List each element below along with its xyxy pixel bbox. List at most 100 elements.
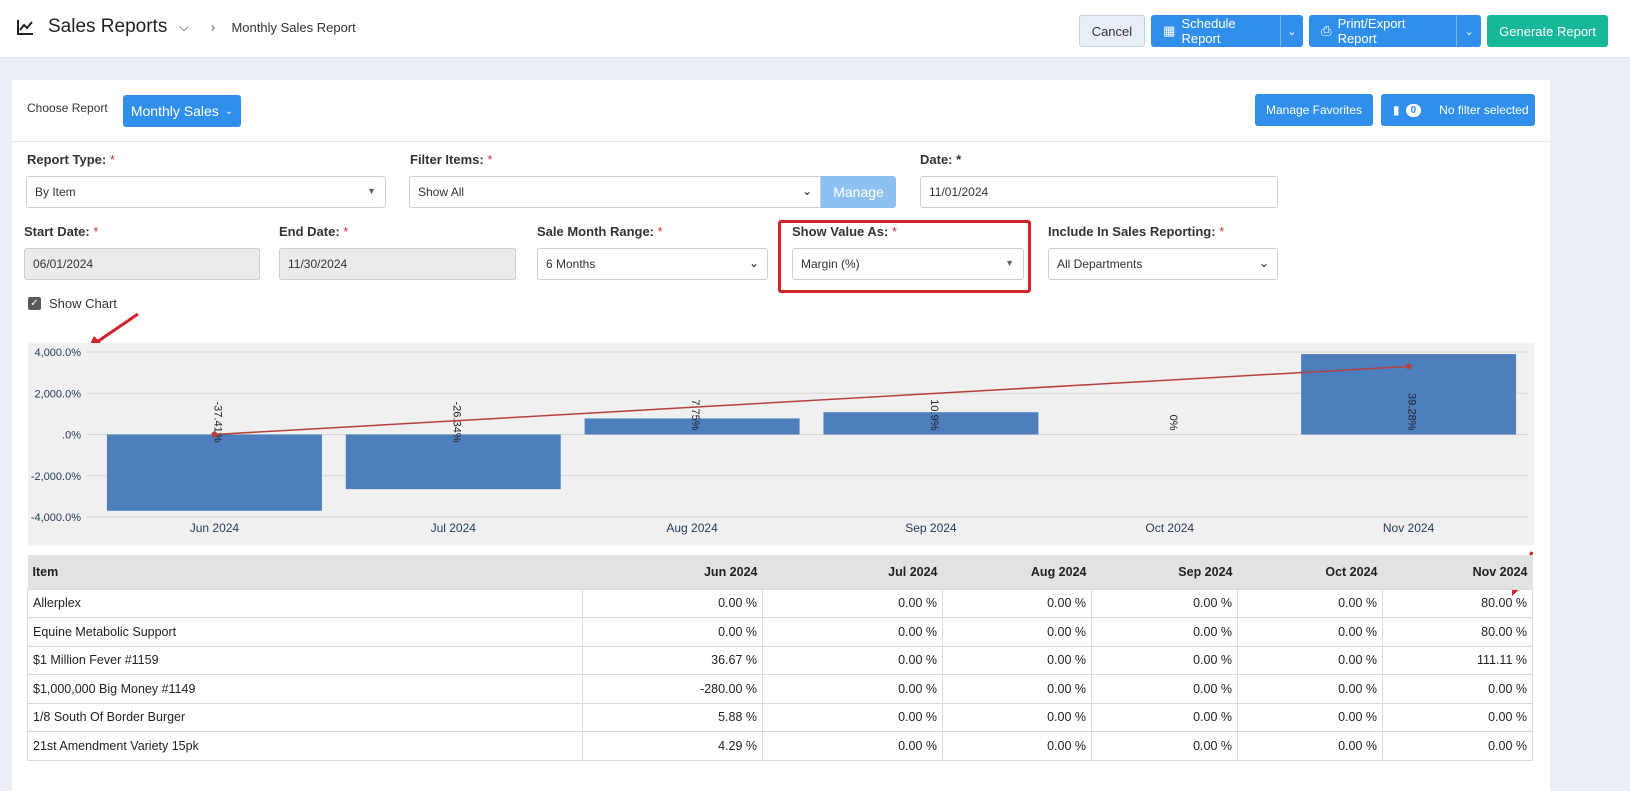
report-type-value: By Item <box>35 185 76 199</box>
column-header[interactable]: Sep 2024 <box>1091 555 1238 589</box>
filter-button[interactable]: ▮ 0 No filter selected <box>1381 94 1535 126</box>
manage-favorites-button[interactable]: Manage Favorites <box>1255 94 1373 126</box>
report-toolbar: Choose Report Monthly Sales ⌄ Manage Fav… <box>12 80 1550 142</box>
table-row: $1 Million Fever #1159 36.67 % 0.00 % 0.00 … <box>27 645 1533 675</box>
date-input[interactable]: 11/01/2024 <box>920 176 1278 208</box>
highlight-annotation <box>778 220 1031 293</box>
column-header[interactable]: Jul 2024 <box>762 555 943 589</box>
checkbox-checked-icon[interactable]: ✓ <box>28 297 41 310</box>
filter-items-value: Show All <box>418 185 465 199</box>
chevron-down-icon[interactable]: ⌄ <box>1455 15 1481 47</box>
bar-data-label: 0% <box>1167 415 1179 431</box>
table-row: Equine Metabolic Support 0.00 % 0.00 % 0.00… <box>27 617 1533 647</box>
value-cell: 36.67 % <box>582 645 763 675</box>
include-in-sales-label: Include In Sales Reporting: * <box>1048 224 1225 239</box>
report-type-select[interactable]: By Item ▼ <box>26 176 386 208</box>
value-cell: 5.88 % <box>582 702 763 732</box>
x-tick-label: Sep 2024 <box>905 521 957 535</box>
start-date-input: 06/01/2024 <box>24 248 260 280</box>
schedule-report-button[interactable]: ▦ Schedule Report ⌄ <box>1151 15 1304 47</box>
value-cell: 0.00 % <box>942 674 1092 704</box>
filter-label: No filter selected <box>1439 103 1529 117</box>
results-table: Item Jun 2024 Jul 2024 Aug 2024 Sep 2024 Oct … <box>27 555 1533 761</box>
sale-month-range-select[interactable]: 6 Months ⌄ <box>537 248 768 280</box>
column-header[interactable]: Nov 2024 <box>1382 555 1533 589</box>
x-tick-label: Oct 2024 <box>1145 521 1194 535</box>
choose-report-label: Choose Report <box>27 101 108 115</box>
calendar-icon: ▦ <box>1163 23 1176 38</box>
value-cell: 0.00 % <box>1091 731 1238 761</box>
value-cell: 0.00 % <box>762 588 943 618</box>
table-header-row: Item Jun 2024 Jul 2024 Aug 2024 Sep 2024 Oct … <box>27 555 1533 589</box>
chevron-down-icon[interactable]: ⌵ <box>179 20 188 35</box>
value-cell: 80.00 % <box>1382 617 1533 647</box>
print-export-label: Print/Export Report <box>1337 16 1406 46</box>
value-cell: 0.00 % <box>762 674 943 704</box>
filter-items-select[interactable]: Show All ⌄ <box>409 176 821 208</box>
value-cell: 0.00 % <box>1091 702 1238 732</box>
choose-report-value: Monthly Sales <box>130 103 219 119</box>
manage-filter-button[interactable]: Manage <box>821 176 896 208</box>
show-chart-toggle[interactable]: ✓ Show Chart <box>28 296 117 311</box>
x-tick-label: Jun 2024 <box>190 521 240 535</box>
table-row: 1/8 South Of Border Burger 5.88 % 0.00 % 0.… <box>27 702 1533 732</box>
value-cell: 0.00 % <box>942 645 1092 675</box>
column-header[interactable]: Item <box>27 555 583 589</box>
table-row: Allerplex 0.00 % 0.00 % 0.00 % 0.00 % 0.00 % 8… <box>27 588 1533 618</box>
x-tick-label: Jul 2024 <box>431 521 477 535</box>
bar-data-label: 10.9% <box>928 399 940 430</box>
filter-icon: ▮ <box>1393 103 1400 117</box>
chart-bar[interactable] <box>345 434 561 490</box>
trend-point <box>1405 363 1412 370</box>
value-cell: 0.00 % <box>1237 645 1383 675</box>
value-cell: 0.00 % <box>582 617 763 647</box>
value-cell: 0.00 % <box>1382 702 1533 732</box>
item-name-cell: $1 Million Fever #1159 <box>27 645 583 675</box>
trend-point <box>211 431 218 438</box>
include-in-sales-select[interactable]: All Departments ⌄ <box>1048 248 1278 280</box>
chart-bar[interactable] <box>106 434 322 511</box>
y-tick-label: 4,000.0% <box>35 347 82 359</box>
end-date-value: 11/30/2024 <box>288 257 348 271</box>
value-cell: 0.00 % <box>942 731 1092 761</box>
value-cell: -280.00 % <box>582 674 763 704</box>
value-cell: 111.11 % <box>1382 645 1533 675</box>
header-actions: Cancel ▦ Schedule Report ⌄ ⎙ Print/Export … <box>1078 15 1608 47</box>
end-date-label: End Date: * <box>279 224 349 239</box>
y-tick-label: -2,000.0% <box>31 471 81 483</box>
cancel-button[interactable]: Cancel <box>1078 15 1146 47</box>
top-bar: Sales Reports ⌵ › Monthly Sales Report C… <box>0 0 1630 58</box>
app-title[interactable]: Sales Reports <box>48 16 167 38</box>
chevron-down-icon[interactable]: ⌄ <box>1279 15 1304 47</box>
bar-data-label: 7.75% <box>689 399 701 430</box>
item-name-cell: 1/8 South Of Border Burger <box>27 702 583 732</box>
column-header[interactable]: Jun 2024 <box>582 555 763 589</box>
value-cell: 0.00 % <box>1382 731 1533 761</box>
report-panel: Choose Report Monthly Sales ⌄ Manage Fav… <box>12 80 1550 791</box>
filter-items-label: Filter Items: * <box>410 152 493 167</box>
print-export-button[interactable]: ⎙ Print/Export Report ⌄ <box>1309 15 1482 47</box>
value-cell: 0.00 % <box>1237 731 1383 761</box>
start-date-label: Start Date: * <box>24 224 99 239</box>
date-label: Date: * <box>920 152 962 167</box>
report-type-label: Report Type: * <box>27 152 115 167</box>
value-cell: 0.00 % <box>1091 645 1238 675</box>
include-in-sales-value: All Departments <box>1057 257 1143 271</box>
value-cell: 0.00 % <box>1237 674 1383 704</box>
show-chart-label: Show Chart <box>49 296 117 311</box>
chevron-down-icon: ⌄ <box>801 184 812 198</box>
value-cell: 0.00 % <box>1237 702 1383 732</box>
x-tick-label: Nov 2024 <box>1383 521 1435 535</box>
filter-count-badge: 0 <box>1405 103 1422 117</box>
date-value: 11/01/2024 <box>929 185 989 199</box>
choose-report-dropdown[interactable]: Monthly Sales ⌄ <box>123 95 241 127</box>
column-header[interactable]: Oct 2024 <box>1237 555 1383 589</box>
table-row: $1,000,000 Big Money #1149 -280.00 % 0.00 … <box>27 674 1533 704</box>
value-cell: 0.00 % <box>1382 674 1533 704</box>
title-area: Sales Reports ⌵ › Monthly Sales Report <box>16 16 356 38</box>
value-cell: 0.00 % <box>582 588 763 618</box>
value-cell: 0.00 % <box>942 617 1092 647</box>
generate-report-button[interactable]: Generate Report <box>1487 15 1608 47</box>
column-header[interactable]: Aug 2024 <box>942 555 1092 589</box>
sales-chart: 4,000.0% 2,000.0% .0% -2,000.0% -4,000.0% -37… <box>28 343 1534 545</box>
